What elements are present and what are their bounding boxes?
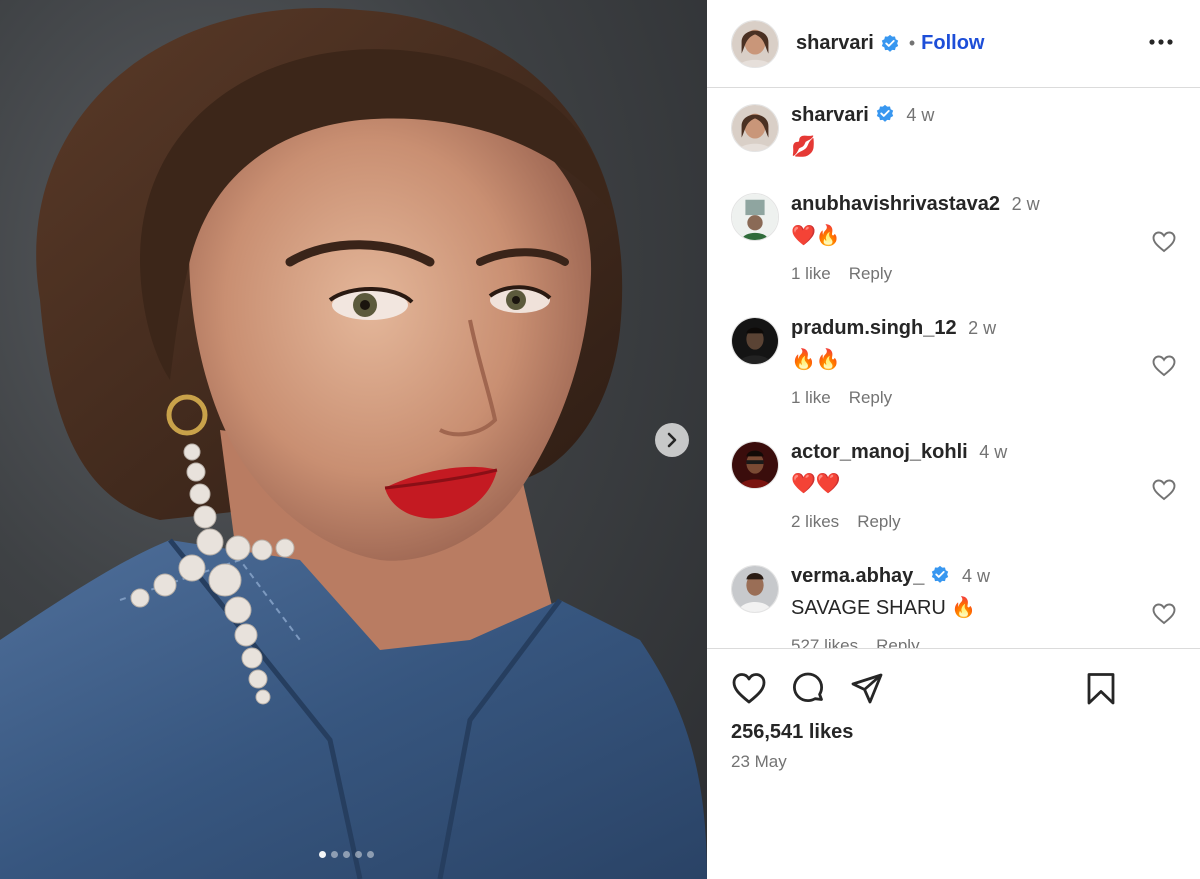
comment-username[interactable]: pradum.singh_12 [791,317,957,339]
comment-item: anubhavishrivastava2 2 w ❤️🔥 1 like Repl… [731,193,1176,293]
comment-timestamp[interactable]: 4 w [906,105,934,125]
comment-like-count[interactable]: 1 like [791,264,831,284]
comment-username[interactable]: verma.abhay_ [791,565,924,587]
comment-item: verma.abhay_ 4 w SAVAGE SHARU 🔥 527 like… [731,565,1176,648]
post-header: sharvari • Follow [707,0,1200,88]
post-side-panel: sharvari • Follow sharvari 4 w 💋 anubhav… [707,0,1200,879]
comment-icon[interactable] [790,671,826,707]
verified-badge-icon [881,34,899,52]
avatar[interactable] [731,565,779,613]
heart-icon[interactable] [1152,355,1176,377]
likes-count[interactable]: 256,541 likes [731,721,853,744]
reply-button[interactable]: Reply [849,388,892,408]
comment-text: 🔥🔥 [791,349,841,371]
comment-item: actor_manoj_kohli 4 w ❤️❤️ 2 likes Reply [731,441,1176,541]
post-action-bar: 256,541 likes 23 May [707,648,1200,879]
comment-timestamp[interactable]: 4 w [962,566,990,586]
comment-username[interactable]: anubhavishrivastava2 [791,193,1000,215]
post-photo [0,7,707,879]
comment-username[interactable]: sharvari [791,104,869,126]
comment-text: ❤️🔥 [791,225,841,247]
bookmark-icon[interactable] [1083,671,1119,707]
comment-text: ❤️❤️ [791,473,841,495]
comment-like-count[interactable]: 2 likes [791,512,839,532]
avatar[interactable] [731,317,779,365]
comment-like-count[interactable]: 1 like [791,388,831,408]
heart-icon[interactable] [1152,231,1176,253]
slide-dot [331,851,338,858]
avatar[interactable] [731,193,779,241]
avatar[interactable] [731,104,779,152]
header-separator: • [908,33,916,53]
comment-like-count[interactable]: 527 likes [791,636,858,648]
heart-icon[interactable] [731,671,767,707]
post-date[interactable]: 23 May [731,752,787,772]
comment-timestamp[interactable]: 2 w [968,318,996,338]
reply-button[interactable]: Reply [857,512,900,532]
reply-button[interactable]: Reply [876,636,919,648]
reply-button[interactable]: Reply [849,264,892,284]
comment-timestamp[interactable]: 4 w [979,442,1007,462]
slide-dot [355,851,362,858]
verified-badge-icon [876,104,894,122]
comment-text: SAVAGE SHARU 🔥 [791,597,977,619]
author-avatar[interactable] [731,19,779,68]
share-icon[interactable] [849,671,885,707]
follow-button[interactable]: Follow [921,32,984,55]
next-slide-button[interactable] [655,423,689,457]
verified-badge-icon [932,565,949,583]
comment-username[interactable]: actor_manoj_kohli [791,441,968,463]
author-username[interactable]: sharvari [796,32,874,55]
avatar[interactable] [731,441,779,489]
comment-timestamp[interactable]: 2 w [1012,194,1040,214]
post-media[interactable] [0,0,707,879]
comment-item: pradum.singh_12 2 w 🔥🔥 1 like Reply [731,317,1176,417]
heart-icon[interactable] [1152,603,1176,625]
more-options-icon[interactable] [1148,32,1174,52]
heart-icon[interactable] [1152,479,1176,501]
slide-indicator [319,851,374,858]
slide-dot [343,851,350,858]
chevron-right-icon [667,432,677,448]
slide-dot [319,851,326,858]
slide-dot [367,851,374,858]
comments-list[interactable]: sharvari 4 w 💋 anubhavishrivastava2 2 w … [707,89,1200,648]
comment-text: 💋 [791,136,816,158]
